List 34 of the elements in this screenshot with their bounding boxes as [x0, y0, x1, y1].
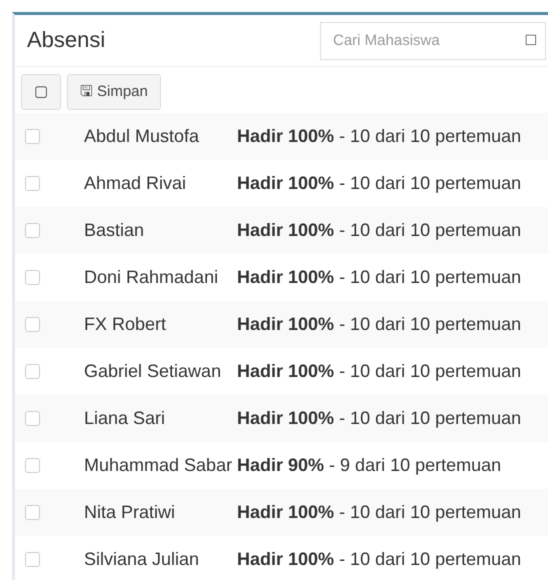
- row-checkbox[interactable]: [25, 270, 40, 285]
- student-name: Ahmad Rivai: [84, 172, 188, 195]
- student-name: Doni Rahmadani: [84, 266, 220, 289]
- student-name: Gabriel Setiawan: [84, 360, 222, 383]
- row-checkbox[interactable]: [25, 176, 40, 191]
- student-name: Bastian: [84, 219, 146, 242]
- panel-title: Absensi: [27, 27, 106, 54]
- student-name: Abdul Mustofa: [84, 125, 200, 148]
- row-checkbox[interactable]: [25, 317, 40, 332]
- attendance-text: Hadir 100% - 10 dari 10 pertemuan: [237, 407, 522, 430]
- row-checkbox[interactable]: [25, 505, 40, 520]
- attendance-text: Hadir 100% - 10 dari 10 pertemuan: [237, 219, 522, 242]
- attendance-text: Hadir 100% - 10 dari 10 pertemuan: [237, 125, 522, 148]
- student-name: Liana Sari: [84, 407, 166, 430]
- student-name: Nita Pratiwi: [84, 501, 176, 524]
- attendance-text: Hadir 100% - 10 dari 10 pertemuan: [237, 313, 522, 336]
- attendance-text: Hadir 100% - 10 dari 10 pertemuan: [237, 172, 522, 195]
- save-button[interactable]: 🖫 Simpan: [67, 74, 161, 110]
- attendance-text: Hadir 100% - 10 dari 10 pertemuan: [237, 501, 522, 524]
- row-checkbox[interactable]: [25, 129, 40, 144]
- row-checkbox[interactable]: [25, 364, 40, 379]
- row-checkbox[interactable]: [25, 411, 40, 426]
- attendance-text: Hadir 100% - 10 dari 10 pertemuan: [237, 548, 522, 571]
- student-name: FX Robert: [84, 313, 168, 336]
- select-all-button[interactable]: ▢: [21, 74, 61, 110]
- search-button[interactable]: □: [526, 30, 536, 50]
- row-checkbox[interactable]: [25, 458, 40, 473]
- student-name: Silviana Julian: [84, 548, 200, 571]
- attendance-text: Hadir 90% - 9 dari 10 pertemuan: [237, 454, 502, 477]
- row-checkbox[interactable]: [25, 552, 40, 567]
- attendance-text: Hadir 100% - 10 dari 10 pertemuan: [237, 266, 522, 289]
- student-name: Muhammad Sabar: [84, 454, 234, 477]
- row-checkbox[interactable]: [25, 223, 40, 238]
- attendance-text: Hadir 100% - 10 dari 10 pertemuan: [237, 360, 522, 383]
